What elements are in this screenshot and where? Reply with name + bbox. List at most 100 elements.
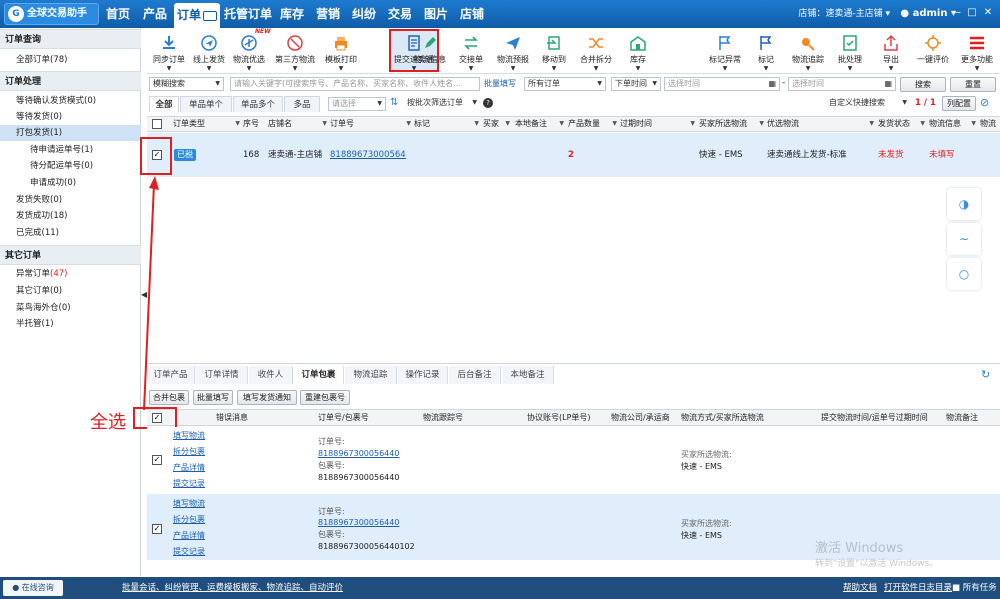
sidebar-item-semi-managed[interactable]: 半托管(1) [0,316,141,332]
nav-stores[interactable]: 店铺 [460,0,484,28]
fill-logistics-link[interactable]: 填写物流 [173,496,205,512]
move-to-button[interactable]: 移动到 ▼ [534,28,574,74]
nav-images[interactable]: 图片 [424,0,448,28]
sidebar-item-await-ship[interactable]: 等待发货(0) [0,109,141,125]
nav-managed-orders[interactable]: 托管订单 [224,0,272,28]
logistics-optimize-button[interactable]: 物流优选 ▼ [229,28,269,74]
help-doc-link[interactable]: 帮助文档 [843,577,877,599]
store-selector[interactable]: 店铺：速卖通-主店铺 ▾ [798,0,890,28]
tab-operation-log[interactable]: 操作记录 [398,366,448,384]
header-select-checkbox[interactable] [152,119,162,129]
online-consult-button[interactable]: ● 在线咨询 [3,580,63,596]
maximize-icon[interactable]: □ [966,7,978,19]
col-expire[interactable]: 过期时间 ▼ [620,116,695,132]
col-logistics[interactable]: 物流 [980,116,1000,132]
merge-split-button[interactable]: 合并拆分 ▼ [575,28,617,74]
app-logo[interactable]: G 全球交易助手 [4,3,99,25]
sidebar-item-completed[interactable]: 已完成(11) [0,225,141,241]
refresh-icon[interactable]: ↻ [981,368,990,381]
sidebar-item-await-tracking-assign[interactable]: 待分配运单号(0) [0,158,141,174]
col-buyer[interactable]: 买家 ▼ [483,116,510,132]
tab-single-multi[interactable]: 单品多个 [233,96,283,112]
batch-filter-select[interactable]: 按批次筛选订单 ▼ [404,97,480,111]
custom-search-select[interactable]: 自定义快捷搜索 ▼ [826,97,910,111]
nav-inventory[interactable]: 库存 [280,0,304,28]
cell-order-no-link[interactable]: 818896730005644( [330,148,406,162]
tab-all[interactable]: 全部 [149,96,179,112]
chart-icon[interactable]: ∼ [947,223,981,255]
sidebar-item-ship-success[interactable]: 发货成功(18) [0,208,141,224]
col-local-note[interactable]: 本地备注 ▼ [515,116,564,132]
tab-tracking[interactable]: 物流追踪 [345,366,397,384]
open-log-link[interactable]: 打开软件日志目录 [884,577,952,599]
nav-products[interactable]: 产品 [143,0,167,28]
tab-single-one[interactable]: 单品单个 [180,96,232,112]
sidebar-item-ship-failed[interactable]: 发货失败(0) [0,192,141,208]
sidebar-item-all-orders[interactable]: 全部订单(78) [0,52,141,68]
col-pref-logistics[interactable]: 优选物流 ▼ [767,116,874,132]
split-package-link[interactable]: 拆分包裹 [173,512,205,528]
close-icon[interactable]: ✕ [982,7,994,19]
order-no-link[interactable]: 8188967300056440 [318,448,399,460]
batch-fill-link[interactable]: 批量填写 [484,78,516,89]
mark-button[interactable]: 标记 ▼ [748,28,784,74]
col-buyer-logistics[interactable]: 买家所选物流 ▼ [699,116,764,132]
ship-notice-button[interactable]: 填写发货通知 [237,390,297,405]
filter-select[interactable]: 请选择 ▼ [328,97,386,111]
tab-backend-note[interactable]: 后台备注 [449,366,501,384]
nav-trade[interactable]: 交易 [388,0,412,28]
package-checkbox[interactable]: ✓ [152,524,162,534]
col-order-type[interactable]: 订单类型 ▼ [173,116,240,132]
package-checkbox[interactable]: ✓ [152,455,162,465]
sidebar-item-pack-ship[interactable]: 打包发货(1) [0,125,141,141]
logistics-info-button[interactable]: 物流信息 [410,28,450,74]
select-all-checkbox[interactable]: ✓ [152,413,162,423]
feature-links[interactable]: 批量会话、纠纷管理、运费模板搬家、物流追踪、自动评价 [122,577,343,599]
user-menu[interactable]: ● admin ▾ [900,0,956,28]
row-checkbox[interactable]: ✓ [152,150,162,160]
submit-record-link[interactable]: 提交记录 [173,476,205,492]
sidebar-item-abnormal[interactable]: 异常订单(47) [0,266,141,282]
all-tasks[interactable]: ■ 所有任务 [952,577,997,599]
col-seq[interactable]: 序号 [243,116,263,132]
rebuild-package-button[interactable]: 重建包裹号 [300,390,350,405]
online-ship-button[interactable]: 线上发货 ▼ [189,28,229,74]
col-ship-status[interactable]: 发货状态 ▼ [878,116,925,132]
col-logistics-info[interactable]: 物流信息 ▼ [929,116,976,132]
date-from-input[interactable]: 选择时间 ▦ [664,77,780,91]
reset-button[interactable]: 重置 [950,77,996,92]
mark-abnormal-button[interactable]: 标记异常 ▼ [704,28,746,74]
batch-process-button[interactable]: 批处理 ▼ [831,28,869,74]
tab-local-note[interactable]: 本地备注 [502,366,554,384]
product-detail-link[interactable]: 产品详情 [173,460,205,476]
third-party-logistics-button[interactable]: 第三方物流 ▼ [272,28,318,74]
minimize-icon[interactable]: — [950,7,962,19]
tab-multi[interactable]: 多品 [284,96,320,112]
order-type-select[interactable]: 所有订单 ▼ [524,77,606,91]
sidebar-item-cainiao[interactable]: 菜鸟海外仓(0) [0,300,141,316]
product-detail-link[interactable]: 产品详情 [173,528,205,544]
nav-disputes[interactable]: 纠纷 [352,0,376,28]
fill-logistics-link[interactable]: 填写物流 [173,428,205,444]
col-order-no[interactable]: 订单号 ▼ [330,116,411,132]
tab-order-products[interactable]: 订单产品 [147,366,195,384]
package-row[interactable] [147,427,1000,493]
tab-recipient[interactable]: 收件人 [249,366,293,384]
logistics-forecast-button[interactable]: 物流预报 ▼ [492,28,534,74]
submit-record-link[interactable]: 提交记录 [173,544,205,560]
sidebar-item-await-confirm[interactable]: 等待确认发货模式(0) [0,93,141,109]
split-package-link[interactable]: 拆分包裹 [173,444,205,460]
chat-icon[interactable]: ○ [947,258,981,290]
inventory-button[interactable]: 库存 ▼ [618,28,658,74]
search-button[interactable]: 搜索 [900,77,946,92]
col-store[interactable]: 店铺名 ▼ [268,116,327,132]
sidebar-item-await-tracking-apply[interactable]: 待申请运单号(1) [0,142,141,158]
sync-orders-button[interactable]: 同步订单 ▼ [149,28,189,74]
template-print-button[interactable]: 模板打印 ▼ [320,28,362,74]
more-functions-button[interactable]: 更多功能 ▼ [955,28,999,74]
handover-button[interactable]: 交接单 ▼ [451,28,491,74]
one-click-review-button[interactable]: 一键评价 [912,28,954,74]
sidebar-item-other[interactable]: 其它订单(0) [0,283,141,299]
export-button[interactable]: 导出 ▼ [872,28,910,74]
nav-marketing[interactable]: 营销 [316,0,340,28]
